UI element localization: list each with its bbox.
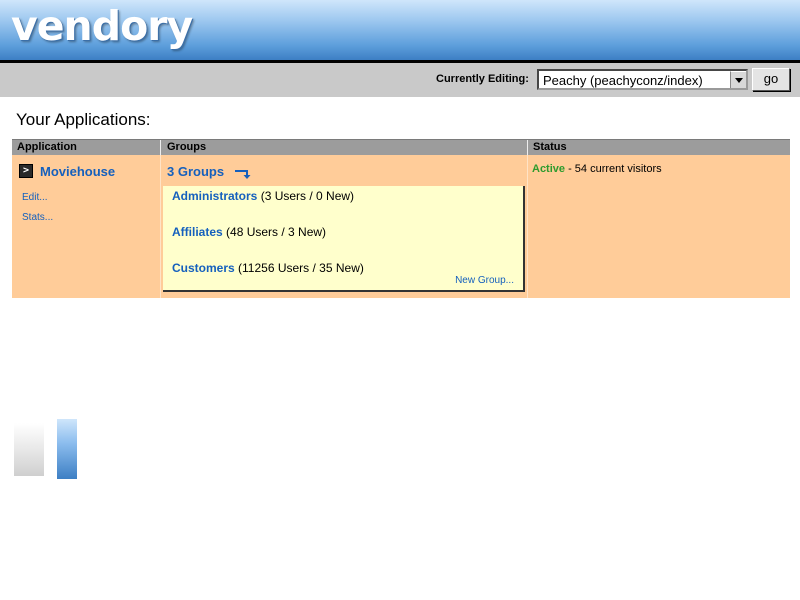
terminal-icon[interactable]: > [19, 164, 33, 178]
stats-link[interactable]: Stats... [22, 212, 53, 223]
group-item: Affiliates (48 Users / 3 New) [172, 225, 326, 239]
column-divider [160, 155, 161, 298]
group-item: Customers (11256 Users / 35 New) [172, 261, 364, 275]
group-name-link[interactable]: Customers [172, 261, 235, 275]
decorative-blue-swatch [57, 419, 77, 479]
application-select[interactable]: Peachy (peachyconz/index) [537, 69, 748, 90]
new-group-link[interactable]: New Group... [455, 275, 514, 286]
status-active-label: Active [532, 163, 566, 175]
go-button[interactable]: go [752, 68, 790, 91]
application-name-link[interactable]: Moviehouse [40, 164, 115, 179]
group-detail: (48 Users / 3 New) [226, 225, 327, 239]
turn-down-arrow-icon[interactable] [234, 168, 252, 180]
groups-dropdown-panel: Administrators (3 Users / 0 New) Affilia… [163, 186, 525, 292]
header-banner: vendory [0, 0, 800, 60]
column-header-status: Status [533, 141, 567, 153]
status-cell: Active - 54 current visitors [532, 163, 662, 175]
group-name-link[interactable]: Administrators [172, 189, 257, 203]
group-detail: (3 Users / 0 New) [260, 189, 355, 203]
decorative-gray-swatch [14, 423, 44, 476]
edit-link[interactable]: Edit... [22, 192, 48, 203]
table-row: > Moviehouse Edit... Stats... 3 Groups A… [12, 155, 790, 298]
column-divider [527, 155, 528, 298]
group-name-link[interactable]: Affiliates [172, 225, 223, 239]
group-detail: (11256 Users / 35 New) [238, 261, 364, 275]
column-divider [160, 140, 161, 156]
vendory-logo[interactable]: vendory [11, 2, 193, 50]
chevron-down-icon[interactable] [730, 71, 746, 88]
column-header-groups: Groups [167, 141, 207, 153]
application-select-value: Peachy (peachyconz/index) [543, 73, 703, 88]
group-item: Administrators (3 Users / 0 New) [172, 189, 354, 203]
column-header-application: Application [17, 141, 77, 153]
page-title: Your Applications: [16, 110, 151, 129]
column-divider [527, 140, 528, 156]
status-detail: - 54 current visitors [565, 163, 662, 175]
editing-bar: Currently Editing: Peachy (peachyconz/in… [0, 63, 800, 97]
currently-editing-label: Currently Editing: [436, 73, 529, 85]
table-header: Application Groups Status [12, 139, 790, 156]
groups-toggle-link[interactable]: 3 Groups [167, 164, 224, 179]
